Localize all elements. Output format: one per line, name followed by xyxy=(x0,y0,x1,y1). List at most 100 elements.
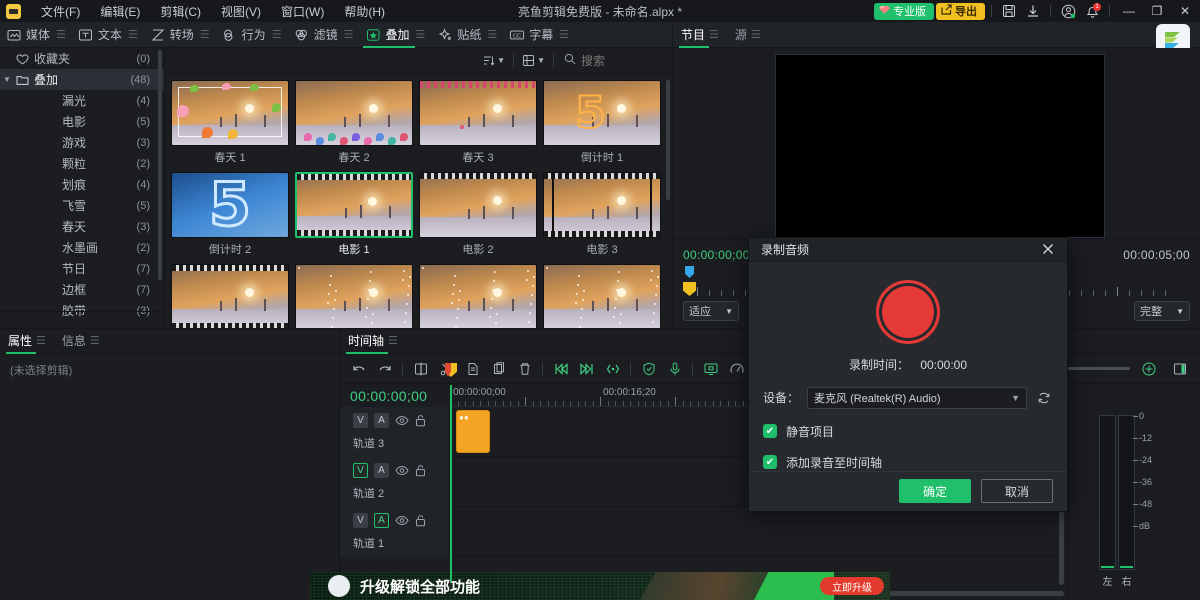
tab-program[interactable]: 节目 ☰ xyxy=(673,22,727,48)
device-select[interactable]: 麦克风 (Realtek(R) Audio) ▼ xyxy=(807,387,1027,409)
refresh-icon[interactable] xyxy=(1035,389,1053,407)
range-marker-icon[interactable] xyxy=(1167,357,1192,381)
media-grid-scrollbar[interactable] xyxy=(666,80,670,200)
category-scrollbar[interactable] xyxy=(158,50,162,280)
confirm-button[interactable]: 确定 xyxy=(899,479,971,503)
paste-icon[interactable] xyxy=(486,357,511,381)
tab-transition[interactable]: 转场 ☰ xyxy=(144,22,216,48)
speed-icon[interactable] xyxy=(724,357,749,381)
export-button[interactable]: 导出 xyxy=(936,3,985,20)
split-icon[interactable] xyxy=(408,357,433,381)
media-item-0[interactable]: 春天 1 xyxy=(171,80,289,166)
tab-properties[interactable]: 属性 ☰ xyxy=(0,328,54,354)
media-item-4[interactable]: 5倒计时 2 xyxy=(171,172,289,258)
category-item-7[interactable]: 飞雪(5) xyxy=(0,195,164,216)
category-item-8[interactable]: 春天(3) xyxy=(0,216,164,237)
menu-dots-icon[interactable]: ☰ xyxy=(709,22,719,48)
menu-dots-icon[interactable]: ☰ xyxy=(415,28,425,41)
category-item-5[interactable]: 颗粒(2) xyxy=(0,153,164,174)
media-thumbnail[interactable] xyxy=(171,80,289,146)
chevron-down-icon[interactable]: ▼ xyxy=(0,75,14,84)
eye-icon[interactable] xyxy=(395,515,409,526)
lock-icon[interactable] xyxy=(415,414,426,427)
menu-dots-icon[interactable]: ☰ xyxy=(388,328,398,354)
media-thumbnail[interactable] xyxy=(543,172,661,238)
lock-icon[interactable] xyxy=(415,464,426,477)
close-button[interactable]: ✕ xyxy=(1172,0,1198,22)
media-thumbnail[interactable] xyxy=(419,264,537,328)
media-item-1[interactable]: 春天 2 xyxy=(295,80,413,166)
menu-dots-icon[interactable]: ☰ xyxy=(128,28,138,41)
tab-filter[interactable]: 滤镜 ☰ xyxy=(288,22,360,48)
mute-project-checkbox-row[interactable]: ✔ 静音项目 xyxy=(763,423,1053,440)
timeline-playhead[interactable] xyxy=(450,385,452,582)
redo-icon[interactable] xyxy=(372,357,397,381)
checkbox-checked-icon[interactable]: ✔ xyxy=(763,455,777,469)
menu-dots-icon[interactable]: ☰ xyxy=(36,328,46,354)
in-point-marker[interactable] xyxy=(685,266,694,278)
tab-text[interactable]: 文本 ☰ xyxy=(72,22,144,48)
preview-screen[interactable] xyxy=(775,54,1105,238)
markers-icon[interactable] xyxy=(600,357,625,381)
menu-dots-icon[interactable]: ☰ xyxy=(90,328,100,354)
menu-view[interactable]: 视图(V) xyxy=(211,0,271,23)
prev-keyframe-icon[interactable] xyxy=(548,357,573,381)
menu-clip[interactable]: 剪辑(C) xyxy=(150,0,211,23)
menu-dots-icon[interactable]: ☰ xyxy=(751,22,761,48)
player-playhead-marker[interactable] xyxy=(683,282,696,296)
tab-overlay[interactable]: 叠加 ☰ xyxy=(359,22,431,48)
search-input[interactable] xyxy=(581,54,661,68)
track-audio-toggle[interactable]: A xyxy=(374,463,389,478)
category-item-2[interactable]: 漏光(4) xyxy=(0,90,164,111)
tab-behavior[interactable]: 行为 ☰ xyxy=(216,22,288,48)
maximize-button[interactable]: ❐ xyxy=(1144,0,1170,22)
media-thumbnail[interactable] xyxy=(295,172,413,238)
category-item-9[interactable]: 水墨画(2) xyxy=(0,237,164,258)
shield-icon[interactable] xyxy=(636,357,661,381)
eye-icon[interactable] xyxy=(395,415,409,426)
media-item-2[interactable]: 春天 3 xyxy=(419,80,537,166)
media-thumbnail[interactable] xyxy=(171,264,289,328)
account-icon[interactable] xyxy=(1057,1,1079,21)
tab-timeline[interactable]: 时间轴 ☰ xyxy=(340,328,406,354)
fit-timeline-icon[interactable] xyxy=(1136,357,1161,381)
menu-edit[interactable]: 编辑(E) xyxy=(90,0,150,23)
media-item-6[interactable]: 电影 2 xyxy=(419,172,537,258)
category-sidebar[interactable]: 收藏夹(0)▼叠加(48)漏光(4)电影(5)游戏(3)颗粒(2)划痕(4)飞雪… xyxy=(0,48,165,328)
track-video-toggle[interactable]: V xyxy=(353,413,368,428)
copy-icon[interactable] xyxy=(460,357,485,381)
menu-window[interactable]: 窗口(W) xyxy=(271,0,334,23)
menu-dots-icon[interactable]: ☰ xyxy=(56,28,66,41)
track-video-toggle[interactable]: V xyxy=(353,513,368,528)
media-item-7[interactable]: 电影 3 xyxy=(543,172,661,258)
add-recording-to-timeline-checkbox-row[interactable]: ✔ 添加录音至时间轴 xyxy=(763,454,1053,471)
microphone-icon[interactable] xyxy=(662,357,687,381)
category-item-6[interactable]: 划痕(4) xyxy=(0,174,164,195)
track-audio-toggle[interactable]: A xyxy=(374,413,389,428)
timeline-clip[interactable]: ●● xyxy=(456,410,490,453)
checkbox-checked-icon[interactable]: ✔ xyxy=(763,424,777,438)
tab-sticker[interactable]: 贴纸 ☰ xyxy=(431,22,503,48)
track-video-toggle[interactable]: V xyxy=(353,463,368,478)
tab-subtitle[interactable]: CC 字幕 ☰ xyxy=(503,22,575,48)
next-keyframe-icon[interactable] xyxy=(574,357,599,381)
promo-banner[interactable]: 升级解锁全部功能 立即升级 xyxy=(310,572,890,600)
undo-icon[interactable] xyxy=(346,357,371,381)
media-thumbnail[interactable]: 5 xyxy=(171,172,289,238)
category-item-10[interactable]: 节日(7) xyxy=(0,258,164,279)
tab-info[interactable]: 信息 ☰ xyxy=(54,328,108,354)
screen-record-icon[interactable] xyxy=(698,357,723,381)
minimize-button[interactable]: — xyxy=(1116,0,1142,22)
pro-version-button[interactable]: 专业版 xyxy=(874,3,934,20)
lock-icon[interactable] xyxy=(415,514,426,527)
tab-media[interactable]: 媒体 ☰ xyxy=(0,22,72,48)
menu-dots-icon[interactable]: ☰ xyxy=(344,28,354,41)
track-lane[interactable] xyxy=(450,507,1068,557)
media-thumbnail[interactable] xyxy=(419,172,537,238)
menu-dots-icon[interactable]: ☰ xyxy=(487,28,497,41)
media-thumbnail[interactable] xyxy=(419,80,537,146)
media-item-11[interactable]: 飞雪 3 xyxy=(543,264,661,328)
promo-cta-button[interactable]: 立即升级 xyxy=(820,577,884,595)
media-item-9[interactable]: 飞雪 1 xyxy=(295,264,413,328)
category-item-1[interactable]: ▼叠加(48) xyxy=(0,69,164,90)
